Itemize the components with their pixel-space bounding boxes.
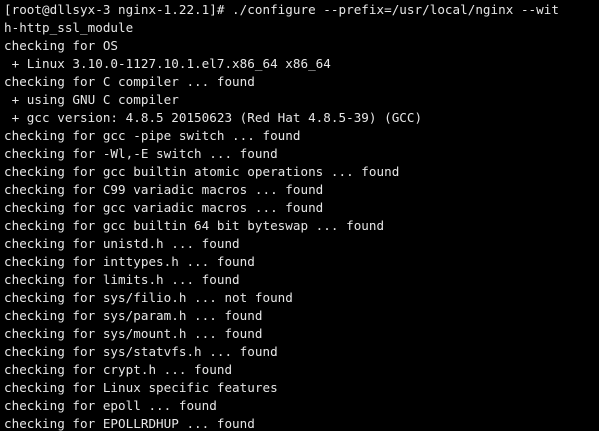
output-line: checking for sys/statvfs.h ... found [4,344,278,359]
output-line: checking for epoll ... found [4,398,217,413]
output-line: checking for gcc builtin atomic operatio… [4,164,400,179]
output-line: checking for sys/param.h ... found [4,308,263,323]
output-line: checking for crypt.h ... found [4,362,233,377]
output-line: checking for Linux specific features [4,380,278,395]
output-line: checking for EPOLLRDHUP ... found [4,416,255,431]
output-line: checking for C99 variadic macros ... fou… [4,182,324,197]
output-line: + Linux 3.10.0-1127.10.1.el7.x86_64 x86_… [4,56,331,71]
output-line: checking for gcc -pipe switch ... found [4,128,301,143]
command-prompt-line: [root@dllsyx-3 nginx-1.22.1]# ./configur… [4,2,559,17]
terminal-window[interactable]: [root@dllsyx-3 nginx-1.22.1]# ./configur… [0,0,599,431]
output-line: checking for -Wl,-E switch ... found [4,146,278,161]
output-line: checking for limits.h ... found [4,272,240,287]
output-line: checking for unistd.h ... found [4,236,240,251]
output-line: checking for sys/filio.h ... not found [4,290,293,305]
output-line: checking for gcc variadic macros ... fou… [4,200,324,215]
output-line: checking for C compiler ... found [4,74,255,89]
output-line: checking for inttypes.h ... found [4,254,255,269]
output-line: checking for gcc builtin 64 bit byteswap… [4,218,385,233]
output-line: + gcc version: 4.8.5 20150623 (Red Hat 4… [4,110,423,125]
output-line: checking for OS [4,38,119,53]
command-continuation-line: h-http_ssl_module [4,20,134,35]
output-line: checking for sys/mount.h ... found [4,326,263,341]
output-line: + using GNU C compiler [4,92,179,107]
